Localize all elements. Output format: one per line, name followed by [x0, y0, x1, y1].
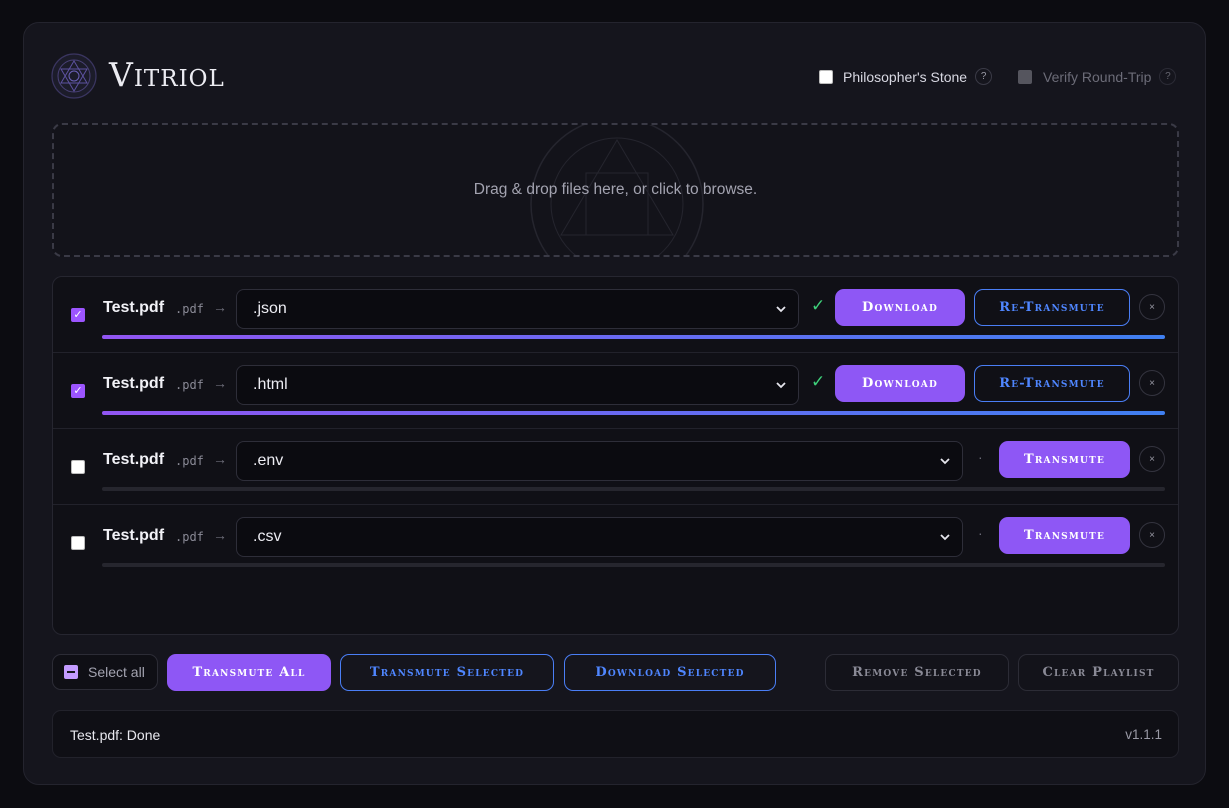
- re-transmute-button[interactable]: Re-Transmute: [974, 289, 1130, 326]
- verify-round-trip-option: Verify Round-Trip ?: [1018, 68, 1177, 85]
- philosophers-stone-option[interactable]: Philosopher's Stone ?: [819, 68, 993, 85]
- source-extension: .pdf: [175, 454, 204, 468]
- help-icon[interactable]: ?: [975, 68, 993, 85]
- file-row: Test.pdf .pdf → .csv · Transmute ×: [53, 505, 1178, 581]
- remove-row-button[interactable]: ×: [1139, 522, 1165, 548]
- version-label: v1.1.1: [1125, 727, 1162, 742]
- target-format-select[interactable]: .env: [236, 441, 963, 481]
- target-format-select[interactable]: .html: [236, 365, 799, 405]
- re-transmute-button[interactable]: Re-Transmute: [974, 365, 1130, 402]
- philosophers-stone-checkbox[interactable]: [819, 69, 833, 84]
- help-icon[interactable]: ?: [1159, 68, 1177, 85]
- target-format-value: .csv: [253, 528, 282, 545]
- pending-dot-icon: ·: [978, 525, 983, 541]
- file-row: ✓ Test.pdf .pdf → .json ✓ Download Re-Tr…: [53, 277, 1178, 353]
- status-message: Test.pdf: Done: [70, 727, 161, 743]
- dropzone-instructions: Drag & drop files here, or click to brow…: [473, 181, 758, 198]
- chevron-down-icon: [776, 306, 786, 313]
- app-window: Vitriol Philosopher's Stone ? Verify Rou…: [23, 22, 1206, 785]
- transmute-button[interactable]: Transmute: [999, 441, 1130, 478]
- download-button[interactable]: Download: [835, 365, 965, 402]
- verify-round-trip-checkbox: [1018, 69, 1032, 84]
- progress-bar: [102, 487, 1165, 491]
- done-check-icon: ✓: [811, 296, 826, 315]
- transmute-button[interactable]: Transmute: [999, 517, 1130, 554]
- file-name: Test.pdf: [103, 299, 165, 316]
- select-all-toggle[interactable]: Select all: [52, 654, 158, 690]
- target-format-value: .html: [253, 376, 288, 393]
- file-name: Test.pdf: [103, 375, 165, 392]
- pending-dot-icon: ·: [978, 449, 983, 465]
- chevron-down-icon: [940, 458, 950, 465]
- target-format-select[interactable]: .json: [236, 289, 799, 329]
- target-format-select[interactable]: .csv: [236, 517, 963, 557]
- target-format-value: .json: [253, 300, 287, 317]
- transmute-all-button[interactable]: Transmute All: [167, 654, 331, 691]
- remove-row-button[interactable]: ×: [1139, 446, 1165, 472]
- file-row: ✓ Test.pdf .pdf → .html ✓ Download Re-Tr…: [53, 353, 1178, 429]
- transmute-selected-button[interactable]: Transmute Selected: [340, 654, 554, 691]
- arrow-icon: →: [213, 451, 227, 467]
- clear-playlist-button[interactable]: Clear Playlist: [1018, 654, 1179, 691]
- progress-bar: [102, 411, 1165, 415]
- chevron-down-icon: [940, 534, 950, 541]
- source-extension: .pdf: [175, 302, 204, 316]
- arrow-icon: →: [213, 375, 227, 391]
- file-playlist: ✓ Test.pdf .pdf → .json ✓ Download Re-Tr…: [52, 276, 1179, 635]
- row-checkbox[interactable]: ✓: [71, 308, 85, 322]
- file-row: Test.pdf .pdf → .env · Transmute ×: [53, 429, 1178, 505]
- progress-bar: [102, 563, 1165, 567]
- indeterminate-checkbox-icon[interactable]: [64, 665, 78, 679]
- file-dropzone[interactable]: Drag & drop files here, or click to brow…: [52, 123, 1179, 257]
- status-bar: Test.pdf: Done v1.1.1: [52, 710, 1179, 758]
- download-button[interactable]: Download: [835, 289, 965, 326]
- source-extension: .pdf: [175, 530, 204, 544]
- select-all-label: Select all: [88, 664, 145, 680]
- row-checkbox[interactable]: [71, 460, 85, 474]
- download-selected-button[interactable]: Download Selected: [564, 654, 776, 691]
- row-checkbox[interactable]: ✓: [71, 384, 85, 398]
- app-title: Vitriol: [109, 55, 225, 94]
- arrow-icon: →: [213, 299, 227, 315]
- arrow-icon: →: [213, 527, 227, 543]
- target-format-value: .env: [253, 452, 284, 469]
- source-extension: .pdf: [175, 378, 204, 392]
- chevron-down-icon: [776, 382, 786, 389]
- remove-row-button[interactable]: ×: [1139, 370, 1165, 396]
- verify-round-trip-label: Verify Round-Trip: [1043, 68, 1152, 85]
- row-checkbox[interactable]: [71, 536, 85, 550]
- philosophers-stone-label: Philosopher's Stone: [843, 68, 968, 85]
- remove-selected-button[interactable]: Remove Selected: [825, 654, 1009, 691]
- progress-bar: [102, 335, 1165, 339]
- file-name: Test.pdf: [103, 451, 165, 468]
- done-check-icon: ✓: [811, 372, 826, 391]
- alchemy-sigil-icon: [51, 53, 97, 99]
- file-name: Test.pdf: [103, 527, 165, 544]
- remove-row-button[interactable]: ×: [1139, 294, 1165, 320]
